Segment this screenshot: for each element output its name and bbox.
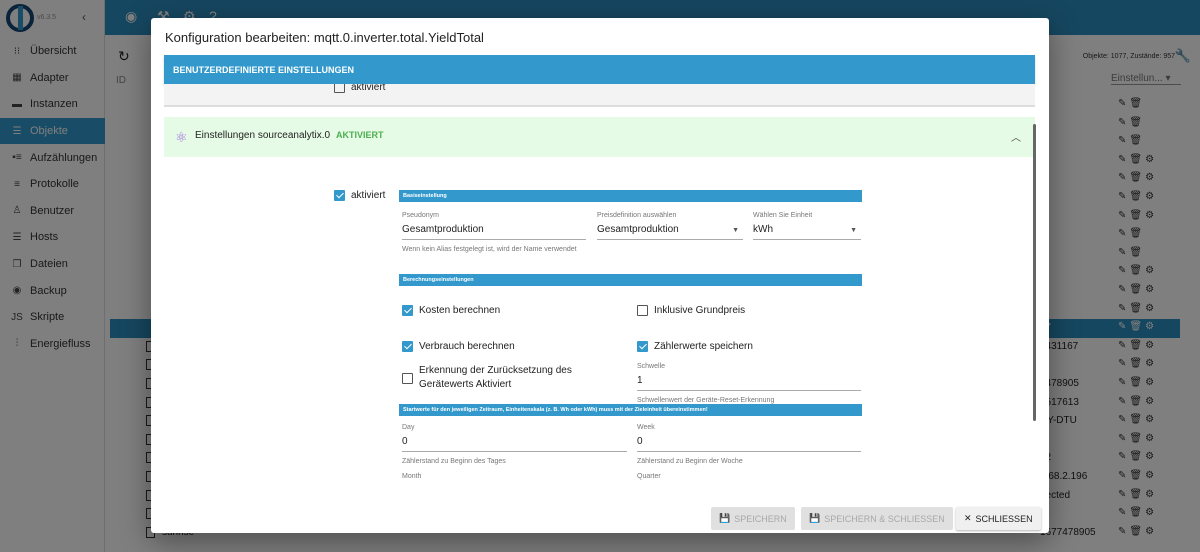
save-icon: 💾 (719, 513, 731, 523)
week-input[interactable]: 0 (637, 436, 861, 452)
calc-settings-header: Berechnungseinstellungen (399, 274, 862, 286)
start-values-header: Startwerte für den jeweiligen Zeitraum, … (399, 404, 862, 416)
pseudonym-label: Pseudonym (402, 212, 439, 219)
pseudonym-input[interactable]: Gesamtproduktion (402, 224, 586, 240)
week-field[interactable]: Week 0 Zählerstand zu Beginn der Woche (637, 424, 861, 467)
costs-label: Kosten berechnen (419, 305, 501, 317)
save-button[interactable]: 💾 SPEICHERN (711, 507, 795, 530)
month-field[interactable]: Month (402, 473, 421, 480)
dialog-title: Konfiguration bearbeiten: mqtt.0.inverte… (165, 30, 484, 45)
week-label: Week (637, 424, 655, 431)
dialog-content: aktiviert ⚛ Einstellungen sourceanalytix… (164, 84, 1035, 487)
chevron-up-icon[interactable]: ︿ (1011, 129, 1021, 144)
reset-checkbox[interactable] (402, 372, 413, 384)
threshold-input[interactable]: 1 (637, 375, 861, 391)
close-button[interactable]: ✕ SCHLIESSEN (956, 507, 1041, 530)
day-input[interactable]: 0 (402, 436, 627, 452)
basefee-label: Inklusive Grundpreis (654, 305, 746, 317)
meter-label: Zählerwerte speichern (654, 341, 753, 353)
save-close-label: SPEICHERN & SCHLIESSEN (824, 513, 945, 524)
save-label: SPEICHERN (734, 513, 787, 524)
quarter-label: Quarter (637, 473, 661, 480)
base-settings-header: Basiseinstellung (399, 190, 862, 202)
save-icon: 💾 (809, 513, 821, 523)
dropdown-arrow-icon: ▼ (732, 227, 739, 234)
week-help: Zählerstand zu Beginn der Woche (637, 458, 743, 465)
day-field[interactable]: Day 0 Zählerstand zu Beginn des Tages (402, 424, 627, 467)
close-label: SCHLIESSEN (975, 513, 1033, 524)
meter-checkbox[interactable] (637, 341, 648, 353)
unit-label: Wählen Sie Einheit (753, 212, 813, 219)
enabled-checkbox[interactable] (334, 190, 345, 202)
consumption-label: Verbrauch berechnen (419, 341, 515, 353)
sourceanalytix-panel-header[interactable]: ⚛ Einstellungen sourceanalytix.0 AKTIVIE… (164, 117, 1035, 157)
day-label: Day (402, 424, 415, 431)
price-label: Preisdefinition auswählen (597, 212, 677, 219)
save-close-button[interactable]: 💾 SPEICHERN & SCHLIESSEN (801, 507, 953, 530)
basefee-checkbox[interactable] (637, 305, 648, 317)
threshold-field[interactable]: Schwelle 1 Schwellenwert der Geräte-Rese… (637, 363, 861, 406)
consumption-checkbox[interactable] (402, 341, 413, 353)
prev-enabled-checkbox[interactable] (334, 84, 345, 94)
dialog-scrollbar[interactable] (1033, 124, 1036, 421)
threshold-label: Schwelle (637, 363, 666, 370)
sourceanalytix-icon: ⚛ (175, 129, 188, 145)
tab-custom-settings[interactable]: BENUTZERDEFINIERTE EINSTELLUNGEN (164, 55, 1035, 84)
price-select[interactable]: Preisdefinition auswählen Gesamtprodukti… (597, 212, 743, 240)
prev-enabled-label: aktiviert (351, 84, 386, 94)
close-icon: ✕ (964, 513, 972, 523)
dropdown-arrow-icon: ▼ (850, 227, 857, 234)
unit-select[interactable]: Wählen Sie Einheit kWh ▼ (753, 212, 861, 240)
pseudonym-field[interactable]: Pseudonym Gesamtproduktion Wenn kein Ali… (402, 212, 586, 255)
price-value: Gesamtproduktion (597, 224, 679, 235)
day-help: Zählerstand zu Beginn des Tages (402, 458, 506, 465)
reset-label: Erkennung der Zurücksetzung des Gerätewe… (419, 365, 572, 390)
quarter-field[interactable]: Quarter (637, 473, 661, 480)
month-label: Month (402, 473, 422, 480)
costs-checkbox[interactable] (402, 305, 413, 317)
pseudonym-help: Wenn kein Alias festgelegt ist, wird der… (402, 246, 577, 253)
panel-title: Einstellungen sourceanalytix.0 (195, 130, 331, 141)
unit-value: kWh (753, 224, 773, 235)
config-dialog: Konfiguration bearbeiten: mqtt.0.inverte… (151, 18, 1049, 533)
panel-status: AKTIVIERT (336, 130, 384, 140)
previous-adapter-section: aktiviert (164, 84, 1035, 107)
enabled-label: aktiviert (351, 190, 386, 202)
